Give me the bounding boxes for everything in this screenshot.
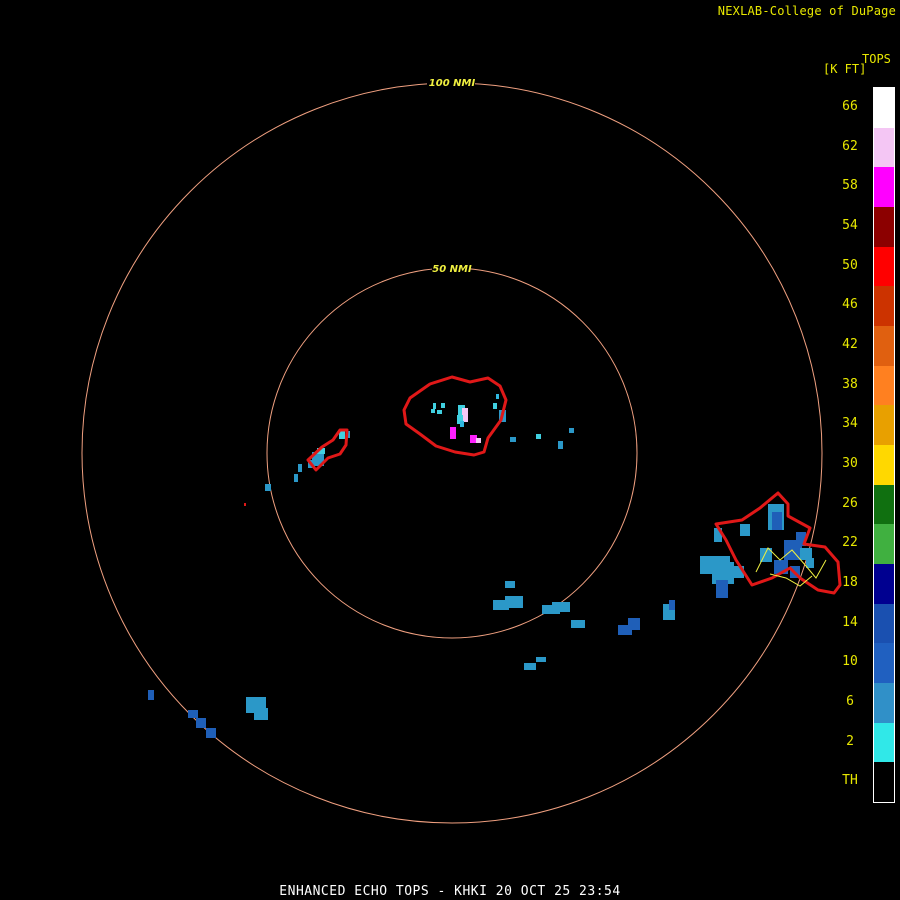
legend-label-26: 26 [842,495,858,511]
legend-label-42: 42 [842,336,858,352]
legend-swatch-18 [874,564,894,605]
color-legend [873,87,895,803]
legend-swatch-th [874,762,894,803]
legend-swatch-30 [874,445,894,486]
legend-swatch-34 [874,405,894,446]
radar-display: 100 NMI 50 NMI NEXLAB-College of DuPage … [0,0,900,900]
legend-swatch-66 [874,88,894,129]
legend-label-38: 38 [842,376,858,392]
legend-label-54: 54 [842,217,858,233]
legend-label-2: 2 [846,733,854,749]
legend-swatch-6 [874,683,894,724]
legend-label-22: 22 [842,535,858,551]
legend-swatch-42 [874,326,894,367]
legend-label-62: 62 [842,138,858,154]
legend-swatch-62 [874,127,894,168]
legend-label-6: 6 [846,693,854,709]
legend-swatch-26 [874,484,894,525]
product-footer: ENHANCED ECHO TOPS - KHKI 20 OCT 25 23:5… [279,884,621,899]
legend-swatch-2 [874,722,894,763]
legend-swatch-58 [874,167,894,208]
legend-label-18: 18 [842,574,858,590]
legend-label-34: 34 [842,416,858,432]
legend-swatch-50 [874,246,894,287]
legend-swatch-10 [874,643,894,684]
warning-polygon-central [402,375,508,457]
legend-label-58: 58 [842,178,858,194]
legend-label-66: 66 [842,98,858,114]
radar-map: 100 NMI 50 NMI [81,76,842,824]
legend-unit: [K FT] [823,62,867,76]
legend-swatch-38 [874,365,894,406]
echo-cells [148,394,814,738]
range-label-100: 100 NMI [429,78,476,89]
range-label-50: 50 NMI [432,264,472,275]
legend-label-30: 30 [842,455,858,471]
credit-text: NEXLAB-College of DuPage [717,4,896,18]
legend-swatch-22 [874,524,894,565]
legend-swatch-14 [874,603,894,644]
echo-cell-central [431,394,506,443]
legend-label-50: 50 [842,257,858,273]
legend-label-th: TH [842,773,858,789]
legend-swatch-54 [874,207,894,248]
legend-label-46: 46 [842,297,858,313]
legend-swatch-46 [874,286,894,327]
legend-label-10: 10 [842,654,858,670]
legend-label-14: 14 [842,614,858,630]
